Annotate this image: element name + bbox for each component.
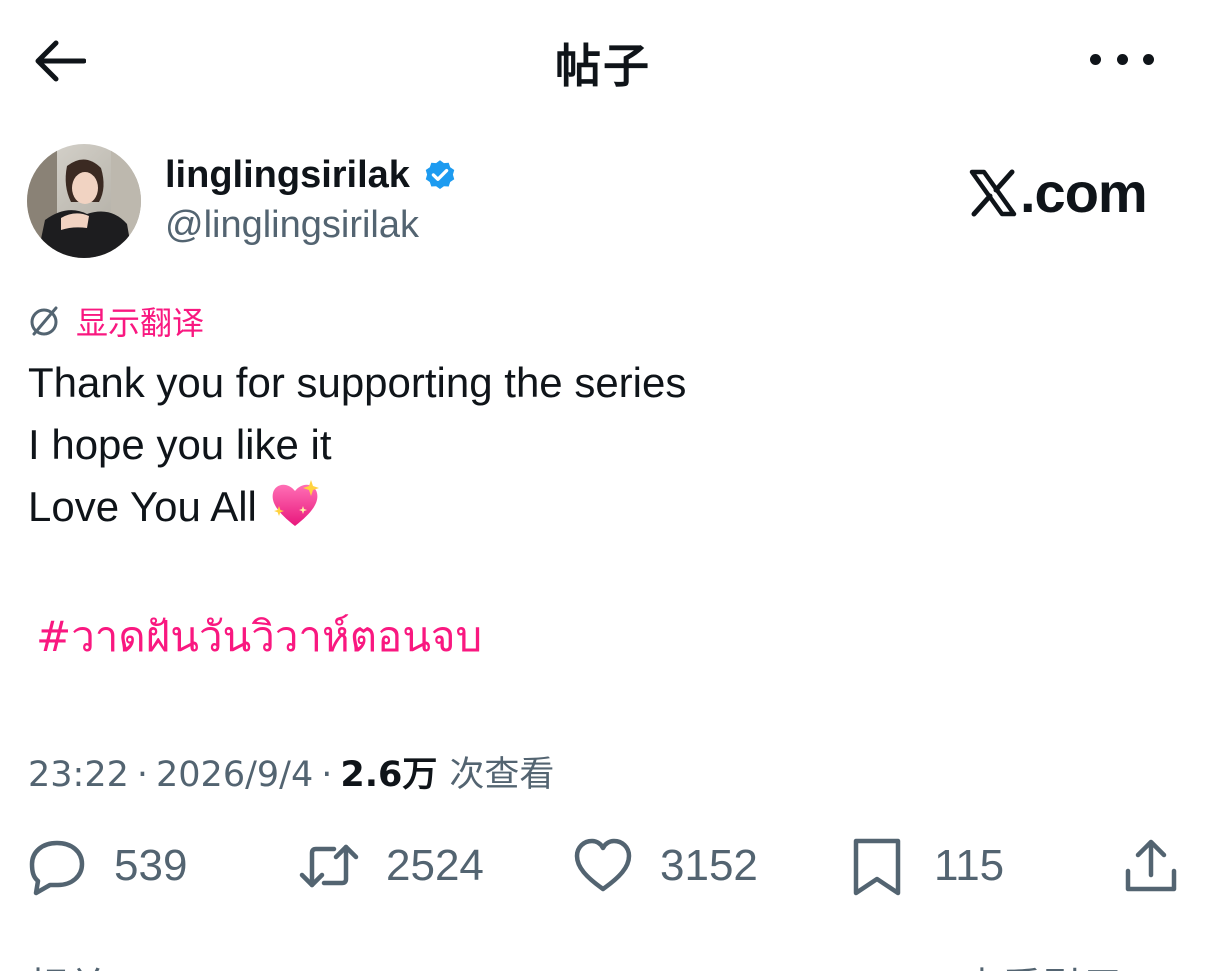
post-line-with-emoji: Love You All — [28, 476, 686, 538]
reply-icon — [29, 840, 85, 896]
like-button[interactable]: 3152 — [572, 834, 758, 898]
meta-separator: · — [321, 755, 333, 795]
more-options-button[interactable] — [1090, 44, 1154, 74]
related-label: 相关 — [28, 955, 108, 971]
avatar-image — [27, 144, 141, 258]
views-count: 2.6万 — [340, 755, 438, 795]
verified-badge-icon — [425, 159, 455, 189]
avatar[interactable] — [27, 144, 141, 258]
user-handle[interactable]: @linglingsirilak — [165, 204, 419, 247]
page-title: 帖子 — [555, 39, 651, 93]
meta-separator: · — [136, 755, 149, 795]
view-quotes-link[interactable]: 查看引用 › — [962, 955, 1151, 971]
views-label: 次查看 — [449, 755, 555, 795]
post-line: I hope you like it — [28, 421, 332, 468]
x-com-watermark: .com — [968, 160, 1148, 225]
repost-icon — [299, 844, 359, 888]
show-translation-button[interactable]: 显示翻译 — [26, 298, 204, 344]
more-dot — [1116, 53, 1128, 65]
share-icon — [1125, 839, 1177, 892]
post-page: 帖子 linglingsirilak @linglingsirilak .com… — [0, 0, 1206, 971]
post-meta: 23:22 · 2026/9/4 · 2.6万 次查看 — [28, 746, 554, 797]
bookmark-icon — [853, 838, 901, 896]
post-actions: 539 2524 3152 115 — [26, 834, 1178, 898]
repost-button[interactable]: 2524 — [298, 834, 484, 898]
repost-count: 2524 — [386, 841, 484, 890]
display-name[interactable]: linglingsirilak — [165, 154, 410, 197]
post-date: 2026/9/4 — [156, 755, 314, 795]
hashtag-link[interactable]: #วาดฝันวันวิวาห์ตอนจบ — [36, 604, 482, 670]
translate-globe-icon — [30, 306, 58, 336]
post-text: Thank you for supporting the series I ho… — [28, 352, 686, 538]
brand-text: .com — [1020, 161, 1148, 224]
reply-count: 539 — [114, 841, 188, 890]
sparkling-heart-icon — [272, 479, 319, 526]
heart-icon — [574, 838, 632, 892]
bookmark-button[interactable]: 115 — [846, 834, 1004, 898]
reply-button[interactable]: 539 — [26, 834, 187, 898]
post-line: Thank you for supporting the series — [28, 359, 687, 406]
more-dot — [1143, 53, 1154, 65]
post-line: Love You All — [28, 483, 257, 530]
like-count: 3152 — [660, 841, 758, 890]
more-horizontal-icon — [1090, 53, 1101, 65]
bookmark-count: 115 — [934, 841, 1005, 890]
translate-label: 显示翻译 — [76, 304, 205, 342]
post-time: 23:22 — [28, 755, 129, 795]
display-name-row: linglingsirilak — [165, 154, 458, 197]
x-logo-icon — [969, 169, 1017, 216]
share-button[interactable] — [1120, 834, 1182, 898]
